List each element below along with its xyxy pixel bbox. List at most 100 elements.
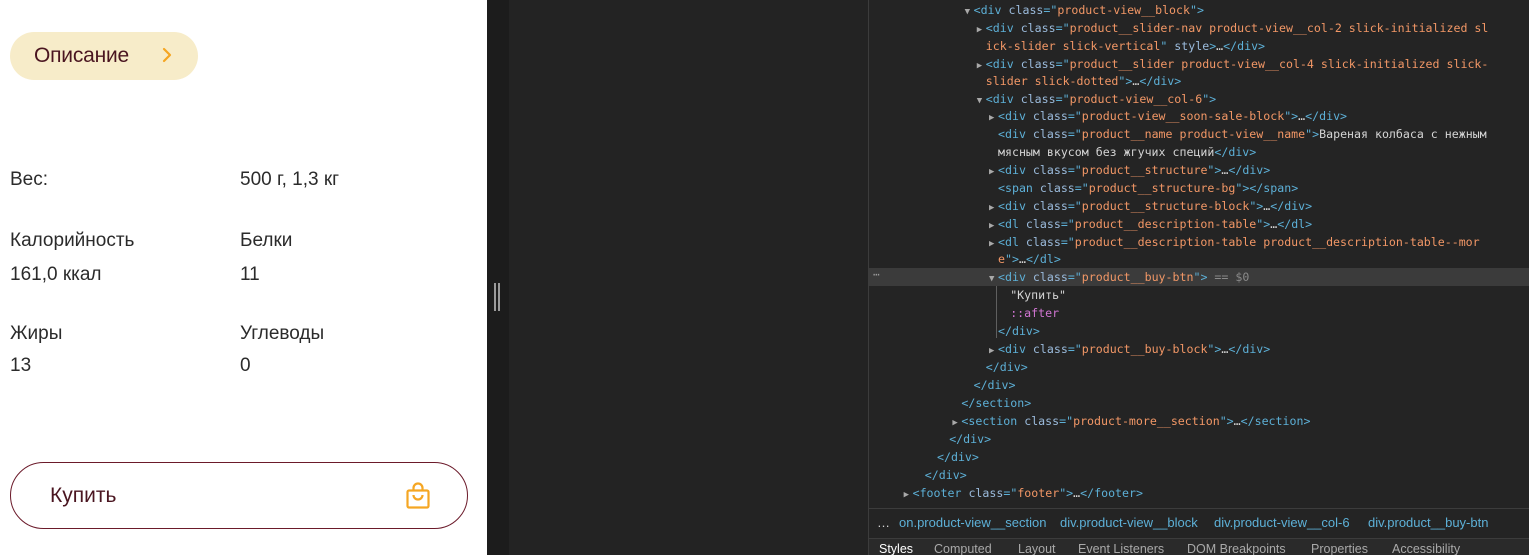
description-button[interactable]: Описание <box>10 32 198 80</box>
dom-token: =" <box>1074 181 1089 195</box>
dom-token: </section> <box>1240 414 1311 428</box>
dom-node[interactable]: </div> <box>869 448 1529 466</box>
calories-label: Калорийность <box>10 230 135 251</box>
weight-label: Вес: <box>10 169 49 190</box>
dom-token: product__buy-block <box>1081 342 1208 356</box>
dom-token: <div <box>998 270 1033 284</box>
dom-token: =" <box>1060 217 1075 231</box>
dom-token: "> <box>1004 252 1019 266</box>
dom-node[interactable]: slider slick-dotted">…</div> <box>869 72 1529 90</box>
dom-node-selected[interactable]: ▼ <div class="product__buy-btn"> == $0 <box>869 268 1529 286</box>
dom-node[interactable]: ▶ <div class="product__slider-nav product… <box>869 19 1529 37</box>
carbs-value: 0 <box>240 355 251 376</box>
tab-dom-breakpoints[interactable]: DOM Breakpoints <box>1187 542 1286 555</box>
dom-node[interactable]: </div> <box>869 322 1529 340</box>
tab-properties[interactable]: Properties <box>1311 542 1368 555</box>
dom-token: class <box>1020 21 1056 35</box>
dom-node[interactable]: </div> <box>869 430 1529 448</box>
dom-token: =" <box>1067 342 1082 356</box>
breadcrumb: … on.product-view__section div.product-vie… <box>869 508 1529 538</box>
dom-node[interactable]: мясным вкусом без жгучих специй</div> <box>869 143 1529 161</box>
tab-accessibility[interactable]: Accessibility <box>1392 542 1460 555</box>
dom-token: "> <box>1305 127 1320 141</box>
dom-token: </div> <box>1139 74 1182 88</box>
buy-button[interactable]: Купить <box>10 462 468 529</box>
dom-node[interactable]: <span class="product__structure-bg"></sp… <box>869 179 1529 197</box>
breadcrumb-more[interactable]: … <box>877 515 890 530</box>
tab-event-listeners[interactable]: Event Listeners <box>1078 542 1164 555</box>
dom-node[interactable]: </div> <box>869 358 1529 376</box>
protein-label: Белки <box>240 230 293 251</box>
dom-node[interactable]: ▶ <div class="product__structure">…</div> <box>869 161 1529 179</box>
dom-node[interactable]: ▶ <div class="product__structure-block">…… <box>869 197 1529 215</box>
weight-value: 500 г, 1,3 кг <box>240 169 340 190</box>
dom-token: <div <box>998 342 1033 356</box>
tab-computed[interactable]: Computed <box>934 542 992 555</box>
dom-token: <div <box>998 127 1033 141</box>
dom-node[interactable]: <div class="product__name product-view__… <box>869 125 1529 143</box>
tab-layout[interactable]: Layout <box>1018 542 1056 555</box>
dom-token: e <box>998 252 1005 266</box>
dom-node[interactable]: ▶ <dl class="product__description-table">… <box>869 215 1529 233</box>
dom-node[interactable]: "Купить" <box>869 286 1529 304</box>
dom-node[interactable]: ▶ <section class="product-more__section">… <box>869 412 1529 430</box>
fat-label: Жиры <box>10 323 63 344</box>
dom-token: product__name product-view__name <box>1081 127 1306 141</box>
dom-token: </div> <box>1223 39 1266 53</box>
dom-token: </div> <box>973 378 1016 392</box>
dom-token: class <box>1032 199 1068 213</box>
dom-token: "></span> <box>1235 181 1299 195</box>
dom-token: product-view__block <box>1057 3 1190 17</box>
dom-token: product-view__col-6 <box>1069 92 1203 106</box>
devtools-tabs: Styles Computed Layout Event Listeners DOM B… <box>869 538 1529 555</box>
description-label: Описание <box>34 44 130 67</box>
dom-token: class <box>1020 57 1056 71</box>
dom-token: мясным вкусом без жгучих специй <box>998 145 1215 159</box>
dom-token: =" <box>1067 163 1082 177</box>
dom-token: product__structure <box>1081 163 1208 177</box>
dom-token: class <box>1032 109 1068 123</box>
dom-node[interactable]: </section> <box>869 394 1529 412</box>
dom-token: </div> <box>1228 342 1271 356</box>
dom-token: Вареная колбаса с нежным <box>1319 127 1487 141</box>
dom-token: </div> <box>1214 145 1257 159</box>
tab-styles[interactable]: Styles <box>879 542 913 555</box>
dom-node[interactable]: ▼ <div class="product-view__block"> <box>869 1 1529 19</box>
fat-value: 13 <box>10 355 32 376</box>
dom-node[interactable]: ▼ <div class="product-view__col-6"> <box>869 90 1529 108</box>
shopping-bag-icon <box>406 482 430 509</box>
dom-token: </div> <box>998 324 1040 338</box>
breadcrumb-item[interactable]: div.product-view__block <box>1060 515 1198 530</box>
dom-token: == $0 <box>1207 270 1250 284</box>
dom-node[interactable]: ▶ <dl class="product__description-table p… <box>869 233 1529 251</box>
dom-node[interactable]: ::after <box>869 304 1529 322</box>
more-options-dots[interactable]: ⋯ <box>873 268 880 281</box>
breadcrumb-item[interactable]: div.product-view__col-6 <box>1214 515 1350 530</box>
dom-token: =" <box>1060 235 1075 249</box>
dom-token: </div> <box>1270 199 1313 213</box>
panel-splitter[interactable] <box>494 283 502 311</box>
dom-token: =" <box>1043 3 1058 17</box>
dom-token: <div <box>998 199 1033 213</box>
dom-token: " <box>1160 39 1175 53</box>
breadcrumb-item[interactable]: on.product-view__section <box>899 515 1046 530</box>
dom-node[interactable]: ▶ <div class="product__buy-block">…</div> <box>869 340 1529 358</box>
dom-token: "> <box>1190 3 1204 17</box>
dom-node[interactable]: ▶ <footer class="footer">…</footer> <box>869 484 1529 502</box>
dom-node[interactable]: e">…</dl> <box>869 250 1529 268</box>
dom-token: product__slider product-view__col-4 slic… <box>1069 57 1489 71</box>
dom-node[interactable]: ▶ <div class="product__slider product-vie… <box>869 55 1529 73</box>
expand-right-icon[interactable]: ▶ <box>904 486 913 504</box>
dom-token: <dl <box>998 217 1026 231</box>
dom-token: "> <box>1284 109 1299 123</box>
breadcrumb-item[interactable]: div.product__buy-btn <box>1368 515 1488 530</box>
dom-token: class <box>1032 342 1068 356</box>
dom-node[interactable]: ▶ <div class="product-view__soon-sale-blo… <box>869 107 1529 125</box>
dom-node[interactable]: </div> <box>869 376 1529 394</box>
dom-node[interactable]: ick-slider slick-vertical" style>…</div> <box>869 37 1529 55</box>
dom-token: </div> <box>985 360 1028 374</box>
dom-node[interactable]: </div> <box>869 466 1529 484</box>
dom-token: class <box>1039 181 1075 195</box>
dom-token: <section <box>961 414 1025 428</box>
dom-token: product__structure-block <box>1081 199 1250 213</box>
